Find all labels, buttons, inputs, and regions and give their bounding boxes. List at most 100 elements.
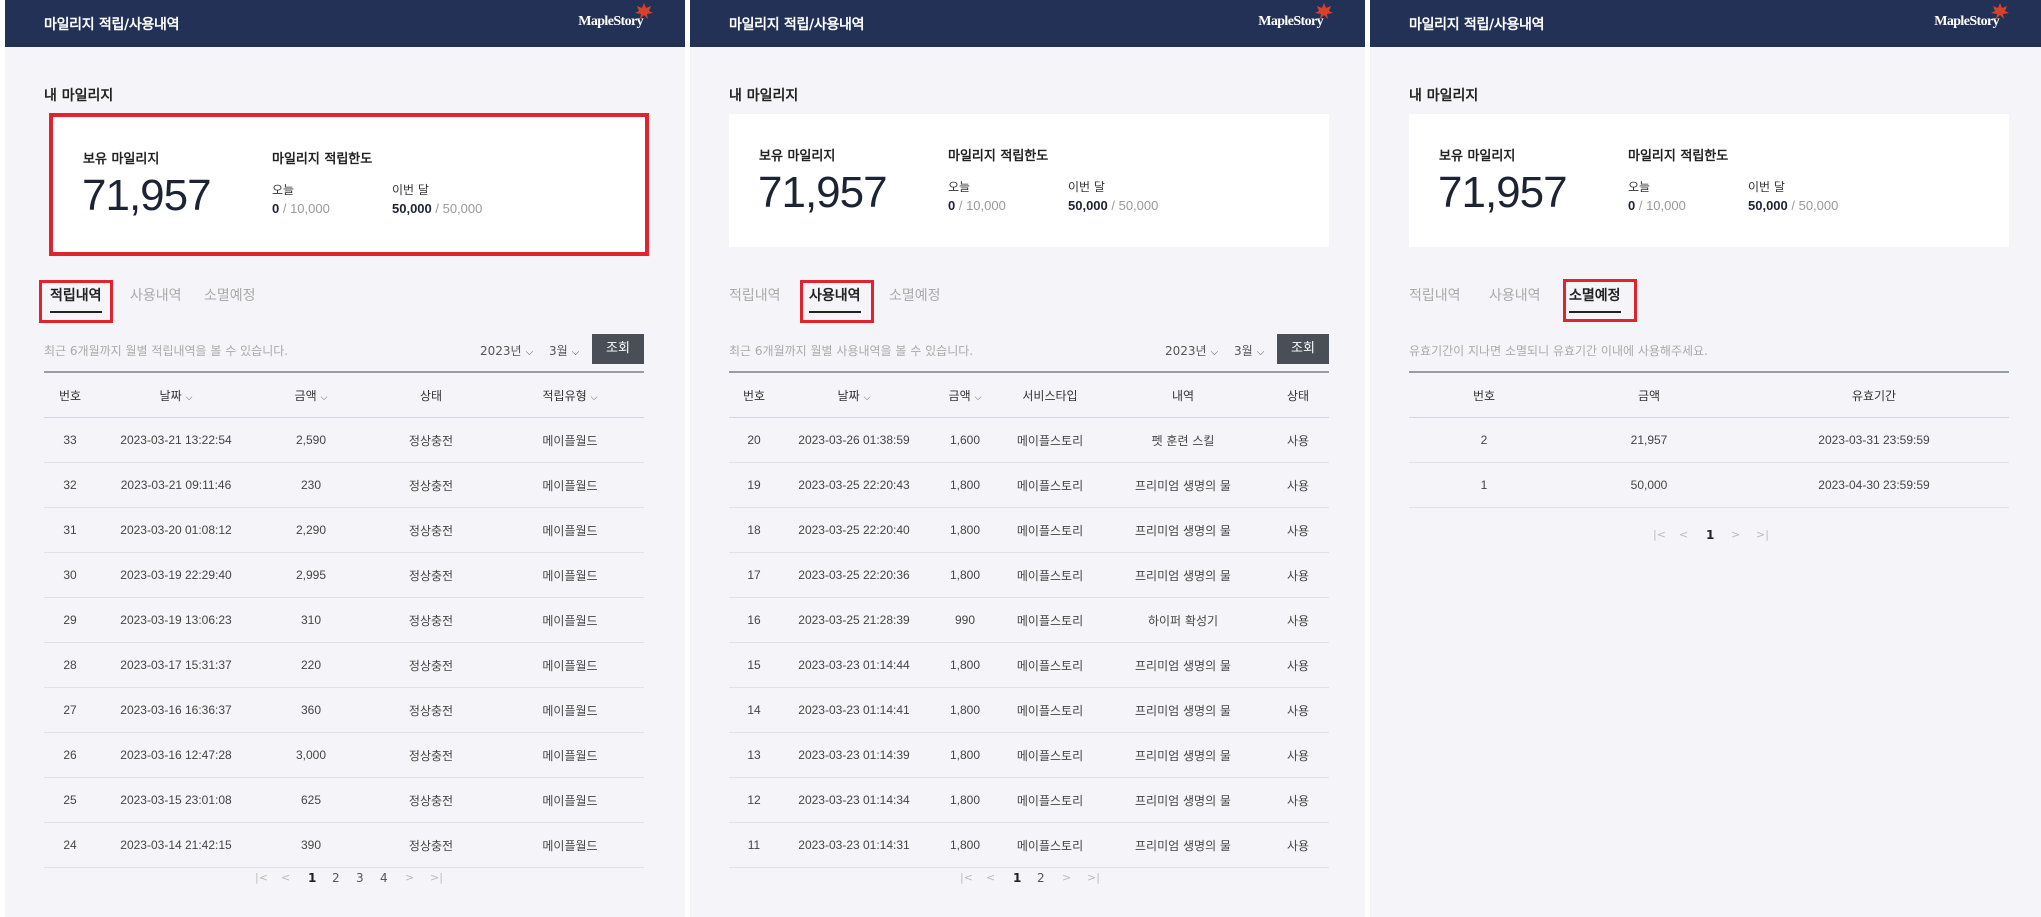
table-cell: 정상충전 bbox=[366, 642, 496, 688]
month-value: 50,000 bbox=[1748, 198, 1788, 213]
first-page-icon[interactable]: |< bbox=[255, 871, 268, 884]
table-cell: 정상충전 bbox=[366, 507, 496, 553]
search-button[interactable]: 조회 bbox=[1277, 334, 1329, 364]
table-row: 14 2023-03-23 01:14:41 1,800 메이플스토리 프리미엄 생명의… bbox=[729, 687, 1329, 733]
page-2[interactable]: 2 bbox=[332, 871, 340, 885]
table-cell: 990 bbox=[929, 597, 1001, 643]
next-page-icon[interactable]: > bbox=[1731, 528, 1740, 541]
last-page-icon[interactable]: >| bbox=[1087, 871, 1100, 884]
table-cell: 프리미엄 생명의 물 bbox=[1099, 822, 1267, 868]
col-date[interactable]: 날짜 ⌵ bbox=[779, 371, 929, 418]
table-row: 11 2023-03-23 01:14:31 1,800 메이플스토리 프리미엄 생명의… bbox=[729, 822, 1329, 868]
table-cell: 2023-03-23 01:14:44 bbox=[779, 642, 929, 688]
table-cell: 메이플스토리 bbox=[1001, 777, 1099, 823]
prev-page-icon[interactable]: < bbox=[1679, 528, 1688, 541]
next-page-icon[interactable]: > bbox=[1062, 871, 1071, 884]
owned-mileage-value: 71,957 bbox=[1438, 168, 1568, 217]
table-cell: 2,995 bbox=[256, 552, 366, 598]
table-row: 19 2023-03-25 22:20:43 1,800 메이플스토리 프리미엄 생명의… bbox=[729, 462, 1329, 508]
panel-expire-schedule: 마일리지 적립/사용내역 MapleStory 내 마일리지 보유 마일리지 7… bbox=[1370, 0, 2041, 917]
table-cell: 2023-03-21 09:11:46 bbox=[96, 462, 256, 508]
table-row: 18 2023-03-25 22:20:40 1,800 메이플스토리 프리미엄 생명의… bbox=[729, 507, 1329, 553]
table-cell: 27 bbox=[44, 687, 96, 733]
table-row: 30 2023-03-19 22:29:40 2,995 정상충전 메이플월드 bbox=[44, 552, 644, 598]
today-label: 오늘 bbox=[1628, 180, 1651, 194]
table-cell: 18 bbox=[729, 507, 779, 553]
table-cell: 1,800 bbox=[929, 822, 1001, 868]
table-cell: 메이플월드 bbox=[496, 417, 644, 463]
table-cell: 정상충전 bbox=[366, 777, 496, 823]
use-table: 번호 날짜 ⌵ 금액 ⌵ 서비스타입 내역 상태 20 2023-03-26 01:3… bbox=[729, 371, 1329, 868]
table-cell: 3,000 bbox=[256, 732, 366, 778]
table-cell: 625 bbox=[256, 777, 366, 823]
table-row: 28 2023-03-17 15:31:37 220 정상충전 메이플월드 bbox=[44, 642, 644, 688]
tab-highlight-box bbox=[39, 280, 113, 323]
table-cell: 33 bbox=[44, 417, 96, 463]
table-cell: 2023-03-15 23:01:08 bbox=[96, 777, 256, 823]
col-number: 번호 bbox=[729, 371, 779, 418]
table-cell: 2023-03-23 01:14:34 bbox=[779, 777, 929, 823]
page-1[interactable]: 1 bbox=[308, 871, 316, 885]
today-limit-value: / 10,000 bbox=[279, 201, 330, 216]
year-select[interactable]: 2023년 ⌵ bbox=[1165, 342, 1218, 359]
chevron-down-icon: ⌵ bbox=[1256, 347, 1265, 358]
maple-leaf-icon bbox=[1315, 3, 1333, 19]
mileage-limit-label: 마일리지 적립한도 bbox=[1628, 149, 1729, 164]
table-cell: 메이플월드 bbox=[496, 777, 644, 823]
table-cell: 프리미엄 생명의 물 bbox=[1099, 732, 1267, 778]
page-header: 마일리지 적립/사용내역 MapleStory bbox=[5, 0, 685, 47]
use-pagination: |< < 1 2 > >| bbox=[960, 871, 1120, 887]
page-2[interactable]: 2 bbox=[1037, 871, 1045, 885]
table-cell: 정상충전 bbox=[366, 417, 496, 463]
first-page-icon[interactable]: |< bbox=[960, 871, 973, 884]
table-cell: 메이플스토리 bbox=[1001, 642, 1099, 688]
tab-expire[interactable]: 소멸예정 bbox=[889, 285, 941, 305]
col-detail: 내역 bbox=[1099, 371, 1267, 418]
table-cell: 1,800 bbox=[929, 777, 1001, 823]
page-title: 마일리지 적립/사용내역 bbox=[1409, 17, 1545, 33]
owned-mileage-value: 71,957 bbox=[82, 171, 212, 220]
col-earn-type[interactable]: 적립유형 ⌵ bbox=[496, 371, 644, 418]
page-3[interactable]: 3 bbox=[356, 871, 364, 885]
tab-earn[interactable]: 적립내역 bbox=[1409, 285, 1461, 305]
table-cell: 사용 bbox=[1267, 552, 1329, 598]
next-page-icon[interactable]: > bbox=[405, 871, 414, 884]
tab-use[interactable]: 사용내역 bbox=[1489, 285, 1541, 305]
table-row: 31 2023-03-20 01:08:12 2,290 정상충전 메이플월드 bbox=[44, 507, 644, 553]
prev-page-icon[interactable]: < bbox=[986, 871, 995, 884]
month-value: 50,000 bbox=[1068, 198, 1108, 213]
table-cell: 메이플월드 bbox=[496, 462, 644, 508]
table-cell: 정상충전 bbox=[366, 462, 496, 508]
month-value: 50,000 bbox=[392, 201, 432, 216]
tab-expire[interactable]: 소멸예정 bbox=[204, 285, 256, 305]
page-1[interactable]: 1 bbox=[1013, 871, 1021, 885]
table-cell: 메이플스토리 bbox=[1001, 822, 1099, 868]
table-cell: 2023-03-16 16:36:37 bbox=[96, 687, 256, 733]
year-select[interactable]: 2023년 ⌵ bbox=[480, 342, 533, 359]
last-page-icon[interactable]: >| bbox=[1756, 528, 1769, 541]
col-status: 상태 bbox=[366, 371, 496, 418]
today-label: 오늘 bbox=[948, 180, 971, 194]
tab-earn[interactable]: 적립내역 bbox=[729, 285, 781, 305]
table-cell: 사용 bbox=[1267, 642, 1329, 688]
table-cell: 1 bbox=[1409, 462, 1559, 508]
tab-use[interactable]: 사용내역 bbox=[130, 285, 182, 305]
search-button[interactable]: 조회 bbox=[592, 334, 644, 364]
owned-mileage-label: 보유 마일리지 bbox=[1439, 149, 1516, 164]
table-cell: 26 bbox=[44, 732, 96, 778]
col-amount[interactable]: 금액 ⌵ bbox=[256, 371, 366, 418]
prev-page-icon[interactable]: < bbox=[281, 871, 290, 884]
table-cell: 사용 bbox=[1267, 732, 1329, 778]
mileage-limit-label: 마일리지 적립한도 bbox=[948, 149, 1049, 164]
col-date[interactable]: 날짜 ⌵ bbox=[96, 371, 256, 418]
table-row: 27 2023-03-16 16:36:37 360 정상충전 메이플월드 bbox=[44, 687, 644, 733]
month-select[interactable]: 3월 ⌵ bbox=[1234, 342, 1264, 359]
last-page-icon[interactable]: >| bbox=[430, 871, 443, 884]
page-1[interactable]: 1 bbox=[1706, 528, 1714, 542]
table-cell: 230 bbox=[256, 462, 366, 508]
first-page-icon[interactable]: |< bbox=[1653, 528, 1666, 541]
page-4[interactable]: 4 bbox=[380, 871, 388, 885]
table-cell: 11 bbox=[729, 822, 779, 868]
month-select[interactable]: 3월 ⌵ bbox=[549, 342, 579, 359]
col-amount[interactable]: 금액 ⌵ bbox=[929, 371, 1001, 418]
